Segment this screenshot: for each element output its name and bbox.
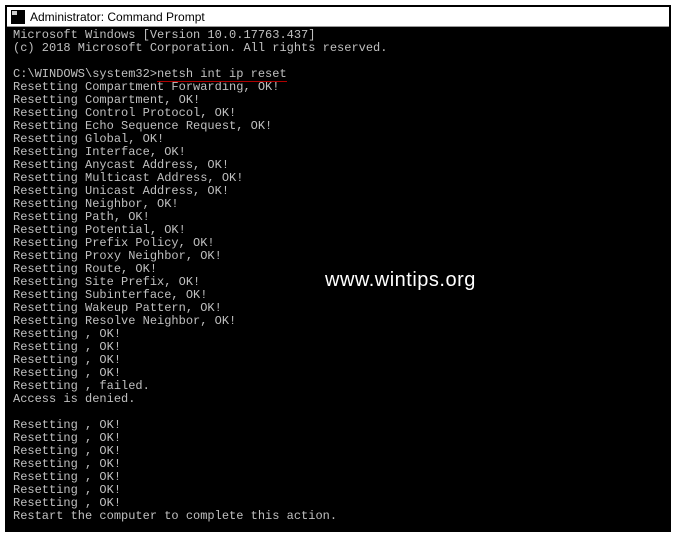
command-text: netsh int ip reset [157,67,287,81]
prompt: C:\WINDOWS\system32> [13,67,157,81]
window-title: Administrator: Command Prompt [30,10,205,24]
red-underline [157,81,287,82]
title-bar[interactable]: Administrator: Command Prompt [7,7,669,27]
header-line-2: (c) 2018 Microsoft Corporation. All righ… [13,41,387,55]
cmd-icon [11,10,25,24]
terminal-output[interactable]: Microsoft Windows [Version 10.0.17763.43… [7,27,669,530]
header-line-1: Microsoft Windows [Version 10.0.17763.43… [13,28,315,42]
command-input: netsh int ip reset [157,68,287,81]
output-block: Resetting Compartment Forwarding, OK! Re… [13,81,669,523]
command-prompt-window: Administrator: Command Prompt Microsoft … [5,5,671,532]
